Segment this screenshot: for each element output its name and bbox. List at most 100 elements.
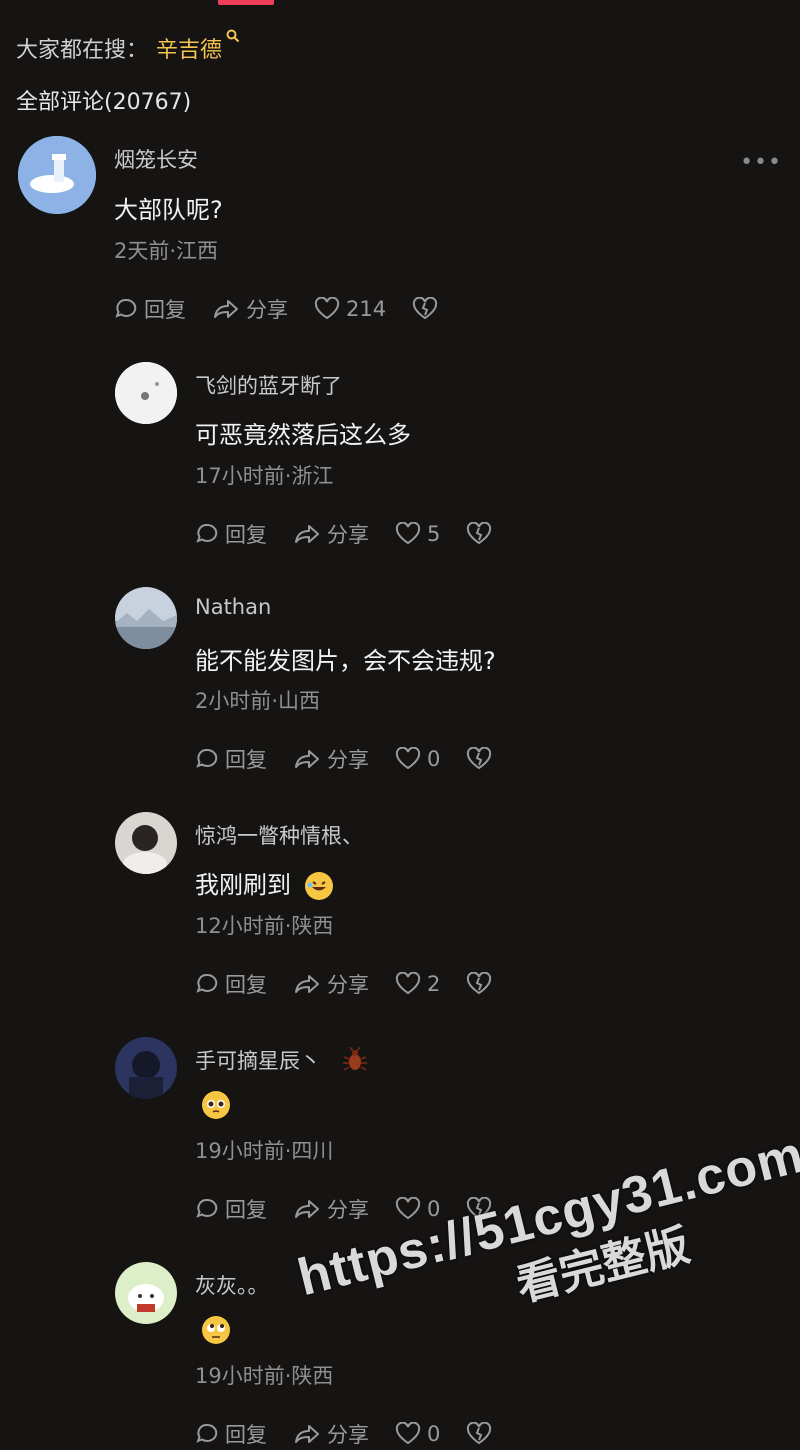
like-count: 214 xyxy=(346,297,387,321)
avatar[interactable] xyxy=(18,136,96,214)
reply-label: 回复 xyxy=(225,1198,267,1222)
comment-meta: 19小时前·四川 xyxy=(195,1139,334,1163)
comment-author[interactable]: 飞剑的蓝牙断了 xyxy=(195,370,342,400)
share-icon xyxy=(295,1200,319,1218)
reply-button[interactable]: 回复 xyxy=(195,519,267,549)
search-suggestion-keyword[interactable]: 辛吉德 xyxy=(156,32,222,64)
comment-author[interactable]: 惊鸿一瞥种情根、 xyxy=(195,820,363,850)
comment-text: 能不能发图片，会不会违规? xyxy=(195,647,496,675)
comment-text-content: 我刚刷到 xyxy=(195,871,291,899)
like-button[interactable]: 0 xyxy=(395,747,440,771)
avatar[interactable] xyxy=(115,362,177,424)
share-button[interactable]: 分享 xyxy=(293,969,369,999)
more-options-icon[interactable]: ••• xyxy=(740,150,782,175)
like-count: 2 xyxy=(427,972,441,996)
comment-actions: 回复 分享 2 xyxy=(195,969,524,999)
share-label: 分享 xyxy=(327,1423,369,1447)
dislike-button[interactable] xyxy=(466,747,498,771)
avatar[interactable] xyxy=(115,812,177,874)
comment-meta: 2天前·江西 xyxy=(114,239,219,263)
share-label: 分享 xyxy=(327,523,369,547)
comment-text xyxy=(202,1315,230,1344)
like-button[interactable]: 5 xyxy=(395,522,440,546)
reply-button[interactable]: 回复 xyxy=(195,1194,267,1224)
active-tab-indicator xyxy=(218,0,274,5)
pleading-emoji-icon xyxy=(202,1091,230,1119)
comment-author[interactable]: 烟笼长安 xyxy=(114,144,198,174)
search-suggestion[interactable]: 大家都在搜： 辛吉德 xyxy=(16,29,240,64)
comment-text xyxy=(202,1090,230,1119)
broken-heart-icon xyxy=(412,297,438,320)
reply-button[interactable]: 回复 xyxy=(195,1419,267,1449)
broken-heart-icon xyxy=(467,522,492,545)
reply-icon xyxy=(196,1198,218,1218)
dislike-button[interactable] xyxy=(466,522,498,546)
search-suggestion-prefix: 大家都在搜： xyxy=(16,38,149,63)
share-button[interactable]: 分享 xyxy=(293,1194,369,1224)
dislike-button[interactable] xyxy=(466,972,498,996)
comment-author[interactable]: Nathan xyxy=(195,595,271,619)
heart-icon xyxy=(395,972,421,995)
laughing-emoji-icon xyxy=(304,872,333,900)
avatar[interactable] xyxy=(115,1037,177,1099)
comment-actions: 回复 分享 0 xyxy=(195,744,524,774)
share-button[interactable]: 分享 xyxy=(293,1419,369,1449)
dislike-button[interactable] xyxy=(466,1422,498,1446)
dislike-button[interactable] xyxy=(412,297,444,321)
bug-icon xyxy=(342,1046,368,1078)
broken-heart-icon xyxy=(467,747,492,770)
broken-heart-icon xyxy=(467,1422,492,1445)
comment-meta: 17小时前·浙江 xyxy=(195,464,334,488)
watermark: https://51cgy31.com 看完整版 xyxy=(292,1124,800,1364)
comment-meta: 2小时前·山西 xyxy=(195,689,321,713)
reply-label: 回复 xyxy=(225,1423,267,1447)
comment-author[interactable]: 手可摘星辰丶 xyxy=(195,1045,368,1078)
comment-actions: 回复 分享 0 xyxy=(195,1419,524,1449)
share-icon xyxy=(295,975,319,993)
like-button[interactable]: 0 xyxy=(395,1422,440,1446)
share-button[interactable]: 分享 xyxy=(293,744,369,774)
share-label: 分享 xyxy=(327,748,369,772)
reply-label: 回复 xyxy=(144,298,186,322)
reply-icon xyxy=(196,523,218,543)
share-label: 分享 xyxy=(246,298,288,322)
heart-icon xyxy=(395,1422,421,1445)
comment-meta: 12小时前·陕西 xyxy=(195,914,334,938)
reply-label: 回复 xyxy=(225,523,267,547)
reply-icon xyxy=(196,1423,218,1443)
avatar[interactable] xyxy=(115,587,177,649)
share-icon xyxy=(214,300,238,318)
like-button[interactable]: 2 xyxy=(395,972,440,996)
reply-label: 回复 xyxy=(225,748,267,772)
avatar[interactable] xyxy=(115,1262,177,1324)
heart-icon xyxy=(395,522,421,545)
heart-icon xyxy=(395,747,421,770)
like-button[interactable]: 214 xyxy=(314,297,386,321)
share-label: 分享 xyxy=(327,973,369,997)
comment-text: 大部队呢? xyxy=(114,196,223,224)
share-label: 分享 xyxy=(327,1198,369,1222)
share-icon xyxy=(295,525,319,543)
comment-author-name: 手可摘星辰丶 xyxy=(195,1049,321,1073)
comment-text: 我刚刷到 xyxy=(195,865,333,900)
reply-button[interactable]: 回复 xyxy=(195,969,267,999)
share-button[interactable]: 分享 xyxy=(293,519,369,549)
comment-author[interactable]: 灰灰。。 xyxy=(195,1270,269,1300)
reply-icon xyxy=(196,973,218,993)
reply-label: 回复 xyxy=(225,973,267,997)
heart-icon xyxy=(395,1197,421,1220)
share-button[interactable]: 分享 xyxy=(212,294,288,324)
broken-heart-icon xyxy=(467,972,492,995)
comment-meta: 19小时前·陕西 xyxy=(195,1364,334,1388)
like-count: 5 xyxy=(427,522,441,546)
reply-icon xyxy=(115,298,137,318)
reply-icon xyxy=(196,748,218,768)
reply-button[interactable]: 回复 xyxy=(195,744,267,774)
comment-actions: 回复 分享 5 xyxy=(195,519,524,549)
comment-text: 可恶竟然落后这么多 xyxy=(195,421,411,449)
comment-actions: 回复 分享 214 xyxy=(114,294,470,324)
share-icon xyxy=(295,750,319,768)
reply-button[interactable]: 回复 xyxy=(114,294,186,324)
like-count: 0 xyxy=(427,747,441,771)
comments-count-title: 全部评论(20767) xyxy=(16,90,192,115)
